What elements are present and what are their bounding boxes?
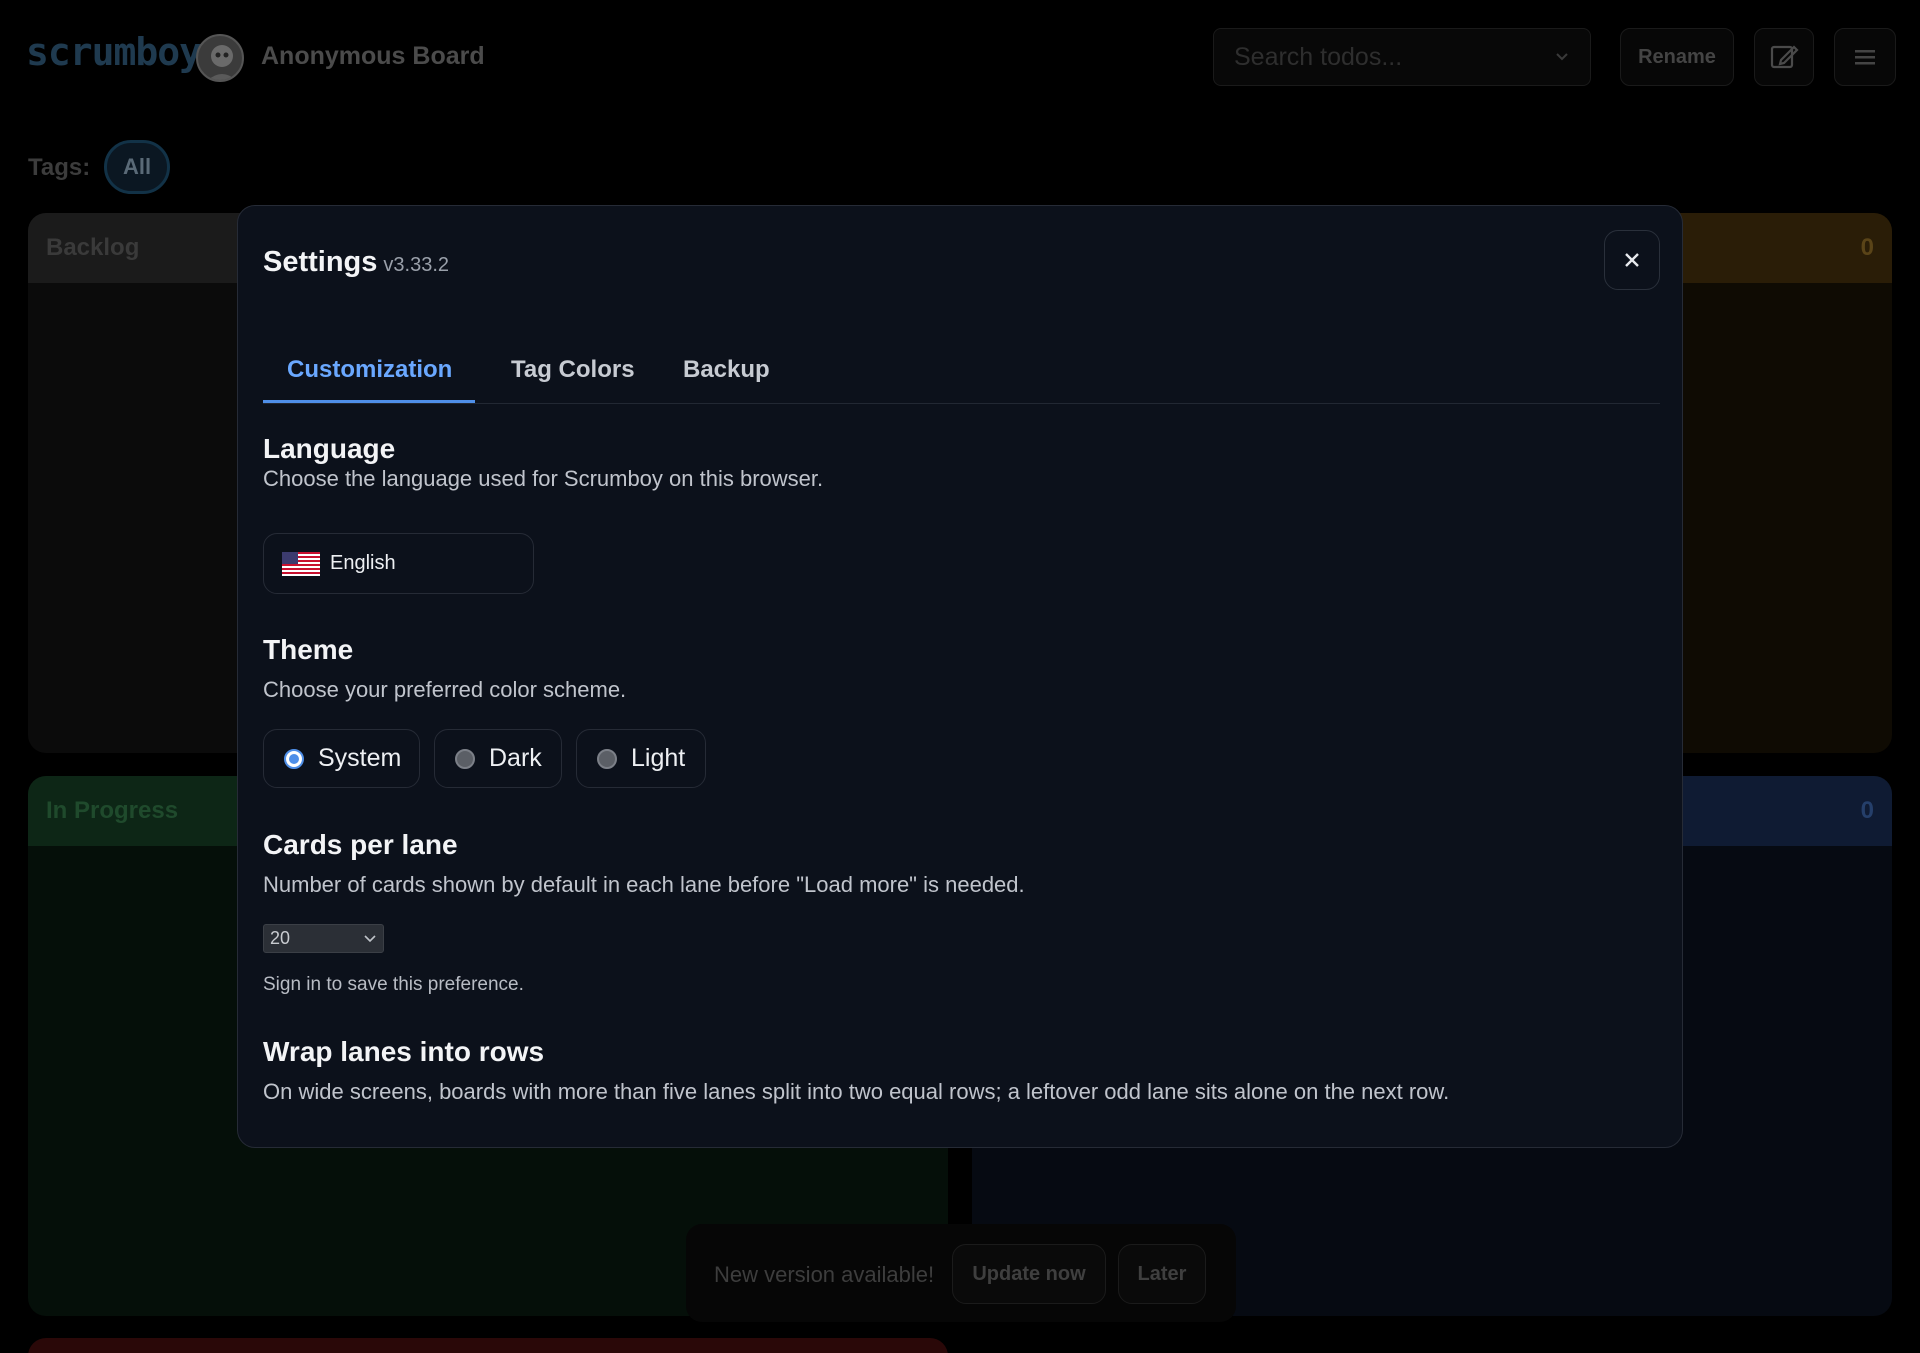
wrap-lanes-description: On wide screens, boards with more than f… xyxy=(263,1079,1450,1104)
lane-count: 0 xyxy=(1860,797,1874,824)
update-toast: New version available! Update now Later xyxy=(686,1224,1236,1322)
cards-per-lane-description: Number of cards shown by default in each… xyxy=(263,872,1025,897)
language-description: Choose the language used for Scrumboy on… xyxy=(263,466,824,491)
settings-tabs: Customization Tag Colors Backup xyxy=(263,344,1660,404)
app-logo[interactable]: scrumboy xyxy=(26,30,202,74)
update-message: New version available! xyxy=(714,1262,935,1287)
search-placeholder: Search todos... xyxy=(1234,42,1403,71)
search-input[interactable]: Search todos... xyxy=(1213,28,1591,86)
later-button[interactable]: Later xyxy=(1118,1244,1206,1304)
language-value: English xyxy=(330,552,396,574)
chevron-down-icon xyxy=(364,935,376,943)
lane-bottom-red xyxy=(28,1338,948,1353)
board-title: Anonymous Board xyxy=(261,42,485,70)
hamburger-menu-icon xyxy=(1855,50,1875,65)
close-button[interactable] xyxy=(1604,230,1660,290)
tag-filter-all[interactable]: All xyxy=(104,140,170,194)
theme-option-label: Light xyxy=(631,744,686,772)
theme-option-system[interactable]: System xyxy=(263,729,420,788)
cards-per-lane-hint: Sign in to save this preference. xyxy=(263,974,524,995)
theme-option-label: System xyxy=(318,744,402,772)
tab-tag-colors[interactable]: Tag Colors xyxy=(511,356,635,384)
settings-modal: Settings v3.33.2 Customization Tag Colors… xyxy=(237,205,1683,1148)
lane-count: 0 xyxy=(1860,234,1874,261)
radio-unselected-icon xyxy=(455,748,475,769)
edit-button[interactable] xyxy=(1754,28,1814,86)
version-label: v3.33.2 xyxy=(383,254,450,276)
cards-per-lane-title: Cards per lane xyxy=(263,829,458,860)
tab-backup[interactable]: Backup xyxy=(683,356,770,384)
language-select[interactable]: English xyxy=(263,533,534,594)
active-tab-indicator xyxy=(263,400,475,403)
avatar-icon xyxy=(208,45,236,80)
cards-per-lane-value: 20 xyxy=(270,928,291,948)
radio-unselected-icon xyxy=(597,748,617,769)
tags-label: Tags: xyxy=(28,154,91,181)
avatar[interactable] xyxy=(196,34,244,82)
theme-description: Choose your preferred color scheme. xyxy=(263,677,627,702)
tab-customization[interactable]: Customization xyxy=(287,356,452,384)
radio-selected-icon xyxy=(284,748,304,769)
rename-button[interactable]: Rename xyxy=(1620,28,1734,86)
update-now-button[interactable]: Update now xyxy=(952,1244,1106,1304)
modal-title: Settings v3.33.2 xyxy=(263,246,449,279)
settings-title: Settings xyxy=(263,246,378,278)
close-icon xyxy=(1625,253,1639,267)
language-title: Language xyxy=(263,433,396,464)
theme-option-light[interactable]: Light xyxy=(576,729,706,788)
app-header: scrumboy Anonymous Board Search todos...… xyxy=(0,0,1920,114)
theme-option-label: Dark xyxy=(489,744,542,772)
theme-title: Theme xyxy=(263,634,354,665)
lane-title: Backlog xyxy=(46,234,140,261)
edit-icon xyxy=(1770,45,1799,69)
cards-per-lane-select[interactable]: 20 xyxy=(263,924,384,953)
wrap-lanes-title: Wrap lanes into rows xyxy=(263,1036,545,1067)
theme-option-dark[interactable]: Dark xyxy=(434,729,562,788)
chevron-down-icon xyxy=(1556,53,1568,61)
us-flag-icon xyxy=(282,551,320,576)
menu-button[interactable] xyxy=(1834,28,1896,86)
lane-title: In Progress xyxy=(46,797,179,824)
